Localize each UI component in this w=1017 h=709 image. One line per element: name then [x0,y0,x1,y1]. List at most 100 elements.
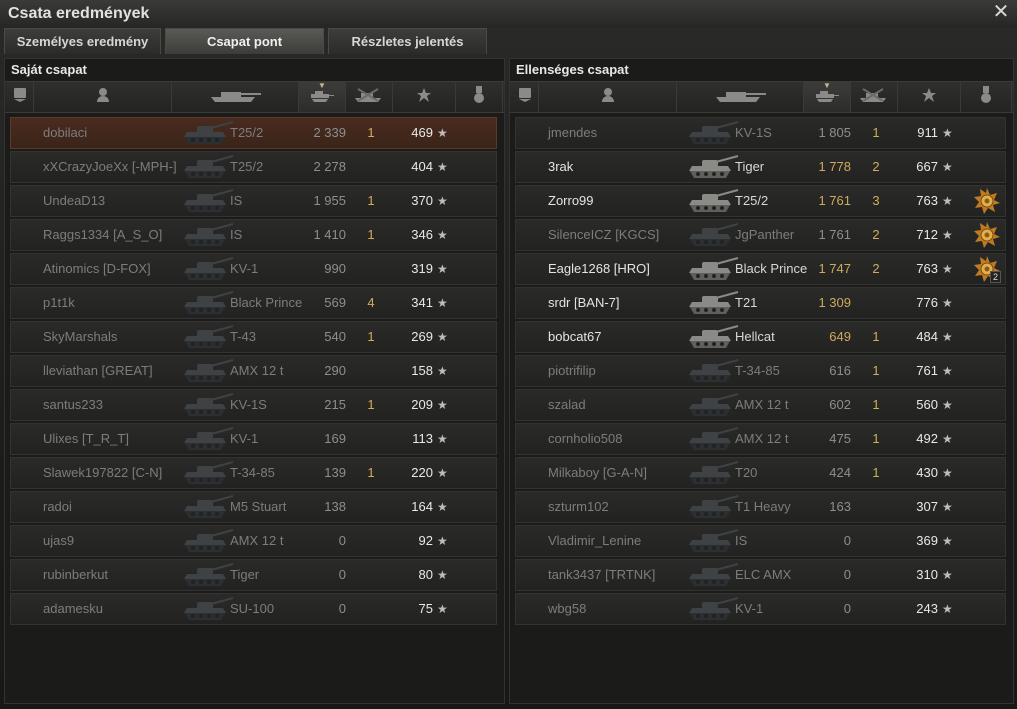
frags-value: 3 [872,193,880,208]
player-row[interactable]: piotrifilip T-34-85 616 1 761 ★ [515,355,1006,387]
sort-medal-column[interactable] [456,82,503,112]
sort-xp-star-column[interactable] [393,82,456,112]
player-row[interactable]: UndeaD13 IS 1 955 1 370 ★ [10,185,497,217]
player-name[interactable]: tank3437 [TRTNK] [548,560,678,590]
frags-value: 1 [872,363,880,378]
damage-value: 0 [843,567,851,582]
tank-icon [712,87,768,108]
frags-value [356,560,386,590]
player-name[interactable]: Raggs1334 [A_S_O] [43,220,173,250]
player-name[interactable]: Zorro99 [548,186,678,216]
own-team-panel: Saját csapat ▼ dobilaci T25/2 2 339 1 469 ★ xXC… [4,58,505,704]
medal-icon[interactable] [974,188,1000,214]
player-name[interactable]: Atinomics [D-FOX] [43,254,173,284]
close-icon[interactable]: ✕ [991,2,1011,22]
player-row[interactable]: wbg58 KV-1 0 243 ★ [515,593,1006,625]
player-row[interactable]: jmendes KV-1S 1 805 1 911 ★ [515,117,1006,149]
player-name[interactable]: bobcat67 [548,322,678,352]
xp-star-icon [921,87,937,108]
sort-damage-column[interactable]: ▼ [804,81,851,112]
player-name[interactable]: Slawek197822 [C-N] [43,458,173,488]
player-row[interactable]: Eagle1268 [HRO] Black Prince 1 747 2 763 ★ 2 [515,253,1006,285]
player-name[interactable]: 3rak [548,152,678,182]
sort-squad-column[interactable] [512,82,539,112]
player-name[interactable]: radoi [43,492,173,522]
sort-player-column[interactable] [34,82,172,112]
sort-xp-star-column[interactable] [898,82,961,112]
player-name[interactable]: santus233 [43,390,173,420]
player-name[interactable]: srdr [BAN-7] [548,288,678,318]
xp-value: 164 [411,499,433,514]
player-row[interactable]: 3rak Tiger 1 778 2 667 ★ [515,151,1006,183]
tank-icon [684,119,740,147]
player-name[interactable]: wbg58 [548,594,678,624]
player-name[interactable]: p1t1k [43,288,173,318]
player-name[interactable]: cornholio508 [548,424,678,454]
player-row[interactable]: dobilaci T25/2 2 339 1 469 ★ [10,117,497,149]
player-row[interactable]: srdr [BAN-7] T21 1 309 776 ★ [515,287,1006,319]
player-row[interactable]: radoi M5 Stuart 138 164 ★ [10,491,497,523]
player-row[interactable]: Milkaboy [G-A-N] T20 424 1 430 ★ [515,457,1006,489]
player-row[interactable]: ujas9 AMX 12 t 0 92 ★ [10,525,497,557]
sort-frags-column[interactable] [851,82,898,112]
player-row[interactable]: Zorro99 T25/2 1 761 3 763 ★ [515,185,1006,217]
player-name[interactable]: dobilaci [43,118,173,148]
player-row[interactable]: Ulixes [T_R_T] KV-1 169 113 ★ [10,423,497,455]
player-row[interactable]: bobcat67 Hellcat 649 1 484 ★ [515,321,1006,353]
xp-star-icon: ★ [942,500,953,514]
player-name[interactable]: Ulixes [T_R_T] [43,424,173,454]
player-name[interactable]: xXCrazyJoeXx [-MPH-] [43,152,177,182]
player-row[interactable]: p1t1k Black Prince 569 4 341 ★ [10,287,497,319]
xp-star-icon: ★ [437,228,448,242]
player-name[interactable]: Vladimir_Lenine [548,526,678,556]
xp-star-icon: ★ [942,194,953,208]
player-name[interactable]: ujas9 [43,526,173,556]
frags-value: 1 [872,125,880,140]
player-name[interactable]: lleviathan [GREAT] [43,356,173,386]
player-row[interactable]: xXCrazyJoeXx [-MPH-] T25/2 2 278 404 ★ [10,151,497,183]
tab-personal-result[interactable]: Személyes eredmény [4,28,161,54]
player-name[interactable]: adamesku [43,594,173,624]
player-name[interactable]: Milkaboy [G-A-N] [548,458,678,488]
title-bar[interactable]: Csata eredmények ✕ [0,0,1017,28]
sort-damage-column[interactable]: ▼ [299,81,346,112]
player-row[interactable]: lleviathan [GREAT] AMX 12 t 290 158 ★ [10,355,497,387]
player-row[interactable]: Raggs1334 [A_S_O] IS 1 410 1 346 ★ [10,219,497,251]
sort-squad-column[interactable] [7,82,34,112]
player-row[interactable]: SkyMarshals T-43 540 1 269 ★ [10,321,497,353]
player-row[interactable]: rubinberkut Tiger 0 80 ★ [10,559,497,591]
player-name[interactable]: szturm102 [548,492,678,522]
frags-value: 1 [367,193,375,208]
xp-value: 319 [411,261,433,276]
tab-team-score[interactable]: Csapat pont [165,28,324,54]
frags-value [861,594,891,624]
player-row[interactable]: szalad AMX 12 t 602 1 560 ★ [515,389,1006,421]
player-row[interactable]: SilenceICZ [KGCS] JgPanther 1 761 2 712 ★ [515,219,1006,251]
player-row[interactable]: tank3437 [TRTNK] ELC AMX 0 310 ★ [515,559,1006,591]
xp-star-icon: ★ [437,432,448,446]
player-name[interactable]: SkyMarshals [43,322,173,352]
player-row[interactable]: Slawek197822 [C-N] T-34-85 139 1 220 ★ [10,457,497,489]
player-name[interactable]: rubinberkut [43,560,173,590]
player-row[interactable]: adamesku SU-100 0 75 ★ [10,593,497,625]
player-name[interactable]: jmendes [548,118,678,148]
player-row[interactable]: cornholio508 AMX 12 t 475 1 492 ★ [515,423,1006,455]
player-name[interactable]: szalad [548,390,678,420]
player-name[interactable]: piotrifilip [548,356,678,386]
player-name[interactable]: UndeaD13 [43,186,173,216]
sort-frags-column[interactable] [346,82,393,112]
player-row[interactable]: Vladimir_Lenine IS 0 369 ★ [515,525,1006,557]
player-row[interactable]: Atinomics [D-FOX] KV-1 990 319 ★ [10,253,497,285]
sort-tank-column[interactable] [172,82,299,112]
medal-icon[interactable] [974,222,1000,248]
sort-player-column[interactable] [539,82,677,112]
sort-tank-column[interactable] [677,82,804,112]
frags-value [356,594,386,624]
player-row[interactable]: santus233 KV-1S 215 1 209 ★ [10,389,497,421]
tab-detailed-report[interactable]: Részletes jelentés [328,28,487,54]
player-row[interactable]: szturm102 T1 Heavy 163 307 ★ [515,491,1006,523]
sort-medal-column[interactable] [961,82,1012,112]
player-name[interactable]: Eagle1268 [HRO] [548,254,678,284]
damage-value: 569 [324,295,346,310]
player-name[interactable]: SilenceICZ [KGCS] [548,220,678,250]
